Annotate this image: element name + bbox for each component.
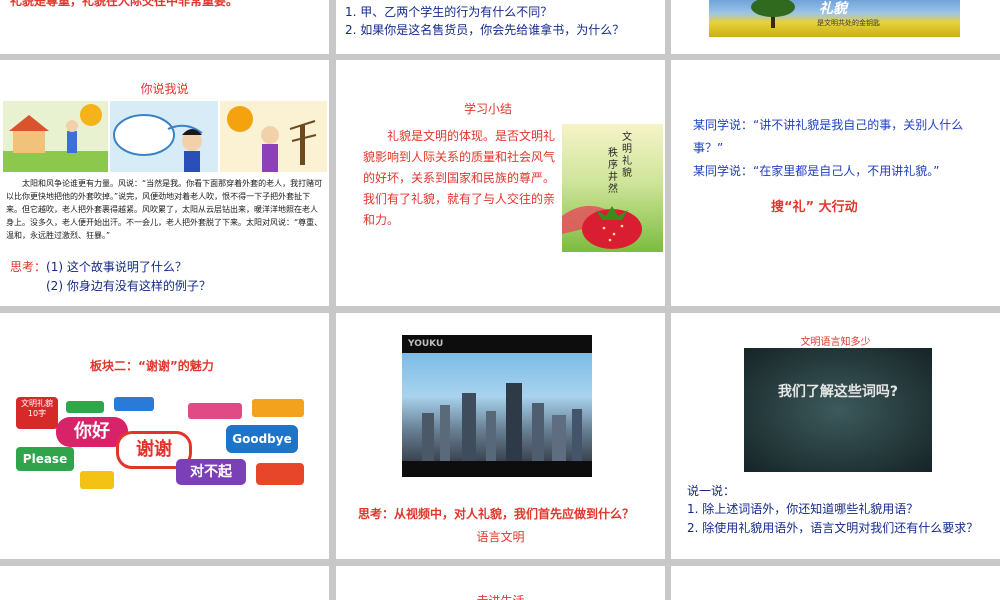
badge-10-words: 文明礼貌10字 xyxy=(16,397,58,429)
video-logo: YOUKU xyxy=(408,339,444,349)
poster-line-1: 文明礼貌 xyxy=(622,132,632,179)
slide-4[interactable]: 你说我说 太阳和风争论谁更有力量。风说：“当然是我。你看下面那穿着外套的老人，我… xyxy=(0,60,329,306)
slide-5[interactable]: 学习小结 礼貌是文明的体现。是否文明礼貌影响到人际关系的质量和社会风气的好坏，关… xyxy=(336,60,665,306)
search-li-action: 搜“礼” 大行动 xyxy=(771,200,858,215)
field-photo: 礼貌 是文明共处的金钥匙 xyxy=(709,0,960,37)
poster-line-2: 秩序井然 xyxy=(608,148,618,195)
bubble-red xyxy=(256,463,304,485)
story-picture-2 xyxy=(110,101,218,172)
strawberry-poster: 文明礼貌 秩序井然 xyxy=(562,124,663,252)
bubble-goodbye: Goodbye xyxy=(226,425,298,453)
think-label: 思考： xyxy=(10,260,47,274)
slide-10[interactable] xyxy=(0,566,329,600)
slide-2-question-1: 1. 甲、乙两个学生的行为有什么不同？ xyxy=(345,5,553,19)
slide-1[interactable]: 礼貌是尊重，礼貌在人际交往中非常重要。 xyxy=(0,0,329,54)
slide-5-title: 学习小结 xyxy=(464,102,513,116)
think-question-2: (2) 你身边有没有这样的例子？ xyxy=(46,279,211,293)
discuss-label: 说一说： xyxy=(687,484,736,498)
bubble-orange xyxy=(252,399,304,417)
slide-3[interactable]: 礼貌 是文明共处的金钥匙 xyxy=(671,0,1000,54)
logo-caption: 是文明共处的金钥匙 xyxy=(817,19,880,27)
chalkboard-text: 我们了解这些词吗? xyxy=(777,384,899,400)
summary-text: 礼貌是文明的体现。是否文明礼貌影响到人际关系的质量和社会风气的好坏，关系到国家和… xyxy=(363,129,556,227)
video-think-question: 思考：从视频中，对人礼貌，我们首先应做到什么？ xyxy=(358,507,635,521)
slide-4-title: 你说我说 xyxy=(140,82,189,96)
bubble-green xyxy=(66,401,104,413)
slide-2[interactable]: 1. 甲、乙两个学生的行为有什么不同？ 2. 如果你是这名售货员，你会先给谁拿书… xyxy=(336,0,665,54)
bubble-blue xyxy=(114,397,154,411)
bubble-yellow xyxy=(80,471,114,489)
video-answer: 语言文明 xyxy=(476,530,525,544)
slide-6[interactable]: 某同学说：“讲不讲礼貌是我自己的事，关别人什么事？” 某同学说：“在家里都是自己… xyxy=(671,60,1000,306)
slide-11-title: 走进生活 xyxy=(336,592,665,600)
story-picture-1 xyxy=(3,101,108,172)
slide-11[interactable]: 走进生活 xyxy=(336,566,665,600)
logo-text: 礼貌 xyxy=(819,1,847,17)
city-skyline-frame xyxy=(402,353,592,461)
sun-tree-drawing xyxy=(227,106,317,172)
slide-7[interactable]: 板块二：“谢谢”的魅力 文明礼貌10字 你好 Please 谢谢 Goodbye… xyxy=(0,313,329,559)
student-quote-2: 某同学说：“在家里都是自己人，不用讲礼貌。” xyxy=(693,164,940,178)
slide-2-question-2: 2. 如果你是这名售货员，你会先给谁拿书，为什么？ xyxy=(345,23,625,37)
bubble-duibuqi: 对不起 xyxy=(176,459,246,485)
slide-8[interactable]: YOUKU 思考：从视频中，对人礼貌，我们首先应做到什么？ 语言文明 xyxy=(336,313,665,559)
polite-words-graphic: 文明礼貌10字 你好 Please 谢谢 Goodbye 对不起 xyxy=(16,397,307,495)
story-text: 太阳和风争论谁更有力量。风说：“当然是我。你看下面那穿着外套的老人，我打赌可以比… xyxy=(6,179,323,240)
slide-7-title: 板块二：“谢谢”的魅力 xyxy=(90,359,214,373)
city-skyline xyxy=(422,383,582,461)
think-question-1: (1) 这个故事说明了什么？ xyxy=(46,260,187,274)
slide-9[interactable]: 文明语言知多少 我们了解这些词吗? 说一说： 1. 除上述词语外，你还知道哪些礼… xyxy=(671,313,1000,559)
house-sun-drawing xyxy=(3,104,108,172)
slide-1-text: 礼貌是尊重，礼貌在人际交往中非常重要。 xyxy=(10,0,239,8)
slide-9-title: 文明语言知多少 xyxy=(800,337,871,348)
wind-cloud-drawing xyxy=(113,114,203,172)
discuss-question-1: 1. 除上述词语外，你还知道哪些礼貌用语？ xyxy=(687,502,919,516)
slide-12[interactable] xyxy=(671,566,1000,600)
discuss-question-2: 2. 除使用礼貌用语外，语言文明对我们还有什么要求？ xyxy=(687,521,979,535)
think-line-1: 思考：(1) 这个故事说明了什么？ xyxy=(10,259,187,276)
student-quote-1: 某同学说：“讲不讲礼貌是我自己的事，关别人什么事？” xyxy=(693,118,964,155)
bubble-please: Please xyxy=(16,447,74,471)
chalkboard-screen: 我们了解这些词吗? xyxy=(744,348,932,472)
story-picture-3 xyxy=(220,101,327,172)
video-player[interactable]: YOUKU xyxy=(402,335,592,477)
bubble-pink xyxy=(188,403,242,419)
